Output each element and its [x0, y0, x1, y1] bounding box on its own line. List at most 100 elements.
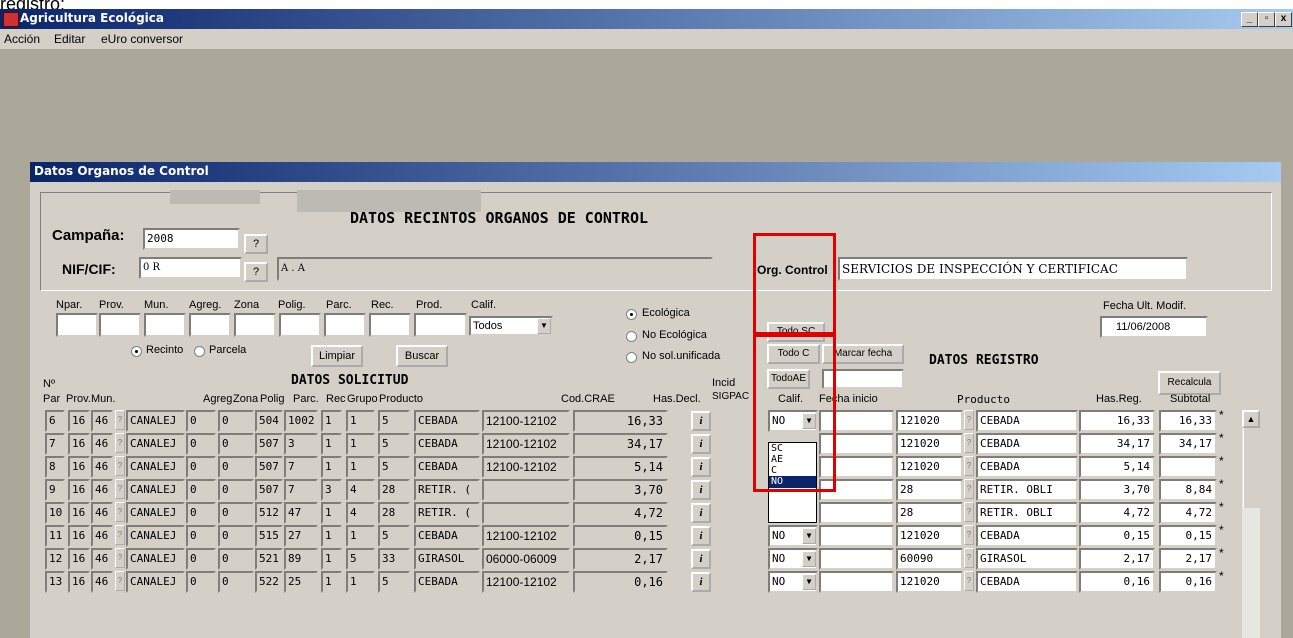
dropdown-option-sc[interactable]: SC: [769, 443, 816, 454]
cell-product-name[interactable]: GIRASOL: [976, 548, 1078, 570]
radio-recinto[interactable]: [131, 346, 142, 357]
product-lookup-button[interactable]: ?: [964, 456, 974, 476]
cell-product-code[interactable]: 121020: [896, 571, 963, 593]
radio-parcela[interactable]: [194, 346, 205, 357]
cell-has-reg[interactable]: 16,33: [1079, 410, 1155, 432]
filter-prod-input[interactable]: [414, 313, 467, 337]
cell-product-name[interactable]: CEBADA: [976, 433, 1078, 455]
product-lookup-button[interactable]: ?: [964, 433, 974, 453]
cell-subtotal[interactable]: 8,84: [1159, 479, 1217, 501]
menu-accion[interactable]: Acción: [4, 32, 40, 46]
filter-prov-input[interactable]: [99, 313, 141, 337]
cell-product-code[interactable]: 121020: [896, 525, 963, 547]
cell-fecha-inicio[interactable]: [819, 410, 894, 432]
cell-subtotal[interactable]: 16,33: [1159, 410, 1217, 432]
row-lookup-button[interactable]: ?: [115, 456, 125, 476]
cell-subtotal[interactable]: [1159, 456, 1217, 478]
cell-fecha-inicio[interactable]: [819, 479, 894, 501]
chevron-down-icon[interactable]: ▼: [802, 551, 816, 567]
row-lookup-button[interactable]: ?: [115, 548, 125, 568]
dropdown-option-ae[interactable]: AE: [769, 454, 816, 465]
cell-calif-select[interactable]: NO ▼: [768, 571, 818, 593]
product-lookup-button[interactable]: ?: [964, 525, 974, 545]
product-lookup-button[interactable]: ?: [964, 502, 974, 522]
filter-calif-select[interactable]: Todos ▼: [469, 316, 553, 336]
buscar-button[interactable]: Buscar: [396, 345, 448, 367]
cell-product-name[interactable]: CEBADA: [976, 410, 1078, 432]
filter-rec-input[interactable]: [369, 313, 411, 337]
row-lookup-button[interactable]: ?: [115, 502, 125, 522]
cell-product-code[interactable]: 60090: [896, 548, 963, 570]
limpiar-button[interactable]: Limpiar: [311, 345, 363, 367]
sigpac-info-button[interactable]: i: [691, 549, 711, 569]
cell-subtotal[interactable]: 4,72: [1159, 502, 1217, 524]
menu-euro-conversor[interactable]: eUro conversor: [101, 32, 183, 46]
product-lookup-button[interactable]: ?: [964, 548, 974, 568]
filter-npar-input[interactable]: [56, 313, 98, 337]
cell-product-code[interactable]: 28: [896, 502, 963, 524]
cell-product-name[interactable]: RETIR. OBLI: [976, 479, 1078, 501]
cell-product-code[interactable]: 121020: [896, 433, 963, 455]
cell-product-name[interactable]: CEBADA: [976, 571, 1078, 593]
product-lookup-button[interactable]: ?: [964, 410, 974, 430]
cell-has-reg[interactable]: 4,72: [1079, 502, 1155, 524]
sigpac-info-button[interactable]: i: [691, 434, 711, 454]
row-lookup-button[interactable]: ?: [115, 479, 125, 499]
todo-c-button[interactable]: Todo C: [767, 344, 820, 364]
cell-subtotal[interactable]: 2,17: [1159, 548, 1217, 570]
filter-agreg-input[interactable]: [189, 313, 231, 337]
filter-polig-input[interactable]: [279, 313, 321, 337]
sigpac-info-button[interactable]: i: [691, 457, 711, 477]
filter-mun-input[interactable]: [144, 313, 186, 337]
filter-zona-input[interactable]: [234, 313, 276, 337]
cell-calif-select[interactable]: NO ▼: [768, 525, 818, 547]
row-lookup-button[interactable]: ?: [115, 410, 125, 430]
minimize-button[interactable]: _: [1241, 12, 1258, 27]
chevron-down-icon[interactable]: ▼: [802, 574, 816, 590]
org-control-field[interactable]: SERVICIOS DE INSPECCIÓN Y CERTIFICAC: [838, 257, 1188, 281]
cell-fecha-inicio[interactable]: [819, 525, 894, 547]
restore-button[interactable]: ▫: [1258, 12, 1275, 27]
chevron-down-icon[interactable]: ▼: [537, 318, 551, 334]
radio-no-ecologica[interactable]: [626, 331, 637, 342]
scroll-up-button[interactable]: ▲: [1242, 410, 1260, 428]
scroll-thumb[interactable]: [1243, 428, 1260, 508]
sigpac-info-button[interactable]: i: [691, 411, 711, 431]
nif-input[interactable]: 0 R: [139, 257, 242, 279]
campana-lookup-button[interactable]: ?: [244, 234, 268, 254]
row-lookup-button[interactable]: ?: [115, 433, 125, 453]
cell-has-reg[interactable]: 0,15: [1079, 525, 1155, 547]
cell-fecha-inicio[interactable]: [819, 571, 894, 593]
cell-fecha-inicio[interactable]: [819, 433, 894, 455]
cell-calif-select[interactable]: NO ▼: [768, 548, 818, 570]
cell-has-reg[interactable]: 3,70: [1079, 479, 1155, 501]
cell-product-name[interactable]: CEBADA: [976, 456, 1078, 478]
campana-input[interactable]: 2008: [143, 228, 240, 250]
row-lookup-button[interactable]: ?: [115, 571, 125, 591]
sigpac-info-button[interactable]: i: [691, 526, 711, 546]
nif-lookup-button[interactable]: ?: [244, 262, 268, 282]
cell-calif-select[interactable]: NO ▼: [768, 410, 818, 432]
cell-product-name[interactable]: CEBADA: [976, 525, 1078, 547]
cell-subtotal[interactable]: 0,16: [1159, 571, 1217, 593]
todo-sc-button[interactable]: Todo SC: [767, 322, 825, 342]
cell-fecha-inicio[interactable]: [819, 502, 894, 524]
dropdown-option-no[interactable]: NO: [769, 476, 816, 488]
filter-parc-input[interactable]: [324, 313, 366, 337]
cell-product-code[interactable]: 121020: [896, 456, 963, 478]
radio-ecologica[interactable]: [626, 309, 637, 320]
chevron-down-icon[interactable]: ▼: [802, 528, 816, 544]
cell-product-code[interactable]: 28: [896, 479, 963, 501]
radio-no-sol-unificada[interactable]: [626, 352, 637, 363]
cell-has-reg[interactable]: 0,16: [1079, 571, 1155, 593]
cell-has-reg[interactable]: 5,14: [1079, 456, 1155, 478]
cell-fecha-inicio[interactable]: [819, 456, 894, 478]
cell-product-code[interactable]: 121020: [896, 410, 963, 432]
product-lookup-button[interactable]: ?: [964, 479, 974, 499]
todo-ae-button[interactable]: TodoAE: [767, 369, 810, 389]
cell-subtotal[interactable]: 0,15: [1159, 525, 1217, 547]
chevron-down-icon[interactable]: ▼: [802, 413, 816, 429]
cell-fecha-inicio[interactable]: [819, 548, 894, 570]
sigpac-info-button[interactable]: i: [691, 572, 711, 592]
dropdown-option-c[interactable]: C: [769, 465, 816, 476]
